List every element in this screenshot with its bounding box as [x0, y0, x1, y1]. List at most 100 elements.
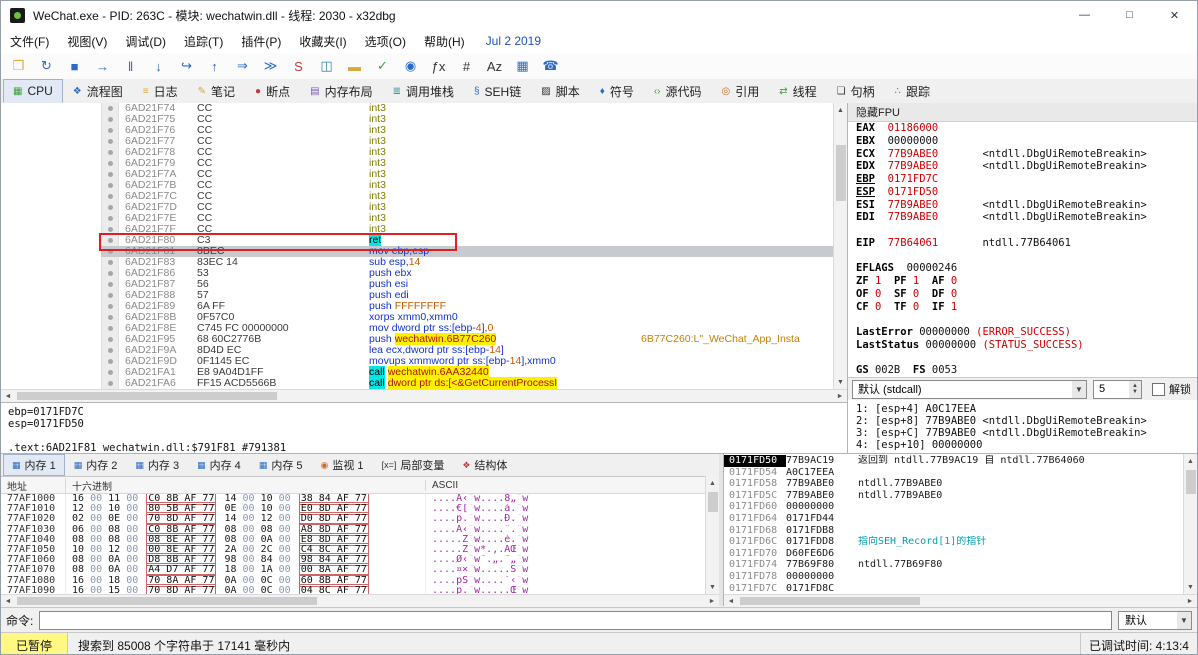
register-row[interactable]: LastStatus 00000000 (STATUS_SUCCESS) — [856, 339, 1197, 352]
register-row[interactable]: EBP 0171FD7C — [856, 173, 1197, 186]
disasm-row[interactable]: 6AD21FA6 FF15 ACD5566B call dword ptr ds… — [1, 378, 833, 389]
tab-breakpoints[interactable]: ● 断点 — [245, 79, 300, 103]
tab-log[interactable]: ≡ 日志 — [133, 79, 188, 103]
stepper-arrows-icon[interactable]: ▲▼ — [1129, 381, 1141, 398]
stack-row[interactable]: 0171FD74 77B69F80 ntdll.77B69F80 — [724, 559, 1197, 571]
breakpoint-dot[interactable] — [101, 246, 119, 257]
tab-symbols[interactable]: ♦ 符号 — [590, 79, 644, 103]
tab-seh[interactable]: § SEH链 — [464, 79, 531, 103]
register-row[interactable]: OF 0 SF 0 DF 0 — [856, 288, 1197, 301]
scroll-left-icon[interactable]: ◄ — [1, 390, 15, 402]
arg-count-stepper[interactable]: 5 ▲▼ — [1093, 380, 1142, 399]
register-row[interactable]: GS 002B FS 0053 — [856, 364, 1197, 377]
restart-icon[interactable]: ↻ — [33, 54, 60, 78]
close-button[interactable]: ✕ — [1152, 1, 1197, 29]
breakpoint-dot[interactable] — [101, 169, 119, 180]
disasm-vertical-scrollbar[interactable]: ▲ ▼ — [833, 103, 847, 389]
step-out-icon[interactable]: ↑ — [201, 54, 228, 78]
scroll-right-icon[interactable]: ► — [1183, 595, 1197, 607]
stack-row[interactable]: 0171FD64 0171FD44 — [724, 513, 1197, 525]
scroll-right-icon[interactable]: ► — [705, 595, 719, 607]
scroll-up-icon[interactable]: ▲ — [1184, 454, 1197, 468]
tab-handles[interactable]: ❏ 句柄 — [827, 79, 885, 103]
stack-row[interactable]: 0171FD68 0171FDB8 — [724, 525, 1197, 537]
breakpoint-dot[interactable] — [101, 180, 119, 191]
breakpoint-dot[interactable] — [101, 191, 119, 202]
step-over-icon[interactable]: ↪ — [173, 54, 200, 78]
hash-icon[interactable]: # — [453, 54, 480, 78]
register-row[interactable]: EIP 77B64061 ntdll.77B64061 — [856, 237, 1197, 250]
stack-row[interactable]: 0171FD78 00000000 — [724, 571, 1197, 583]
register-row[interactable]: EDI 77B9ABE0 <ntdll.DbgUiRemoteBreakin> — [856, 211, 1197, 224]
animate-icon[interactable]: ≫ — [257, 54, 284, 78]
stop-icon[interactable]: ■ — [61, 54, 88, 78]
breakpoint-list-icon[interactable]: ◉ — [397, 54, 424, 78]
scroll-up-icon[interactable]: ▲ — [834, 103, 847, 117]
register-row[interactable]: EBX 00000000 — [856, 135, 1197, 148]
breakpoint-dot[interactable] — [101, 147, 119, 158]
scroll-up-icon[interactable]: ▲ — [706, 476, 719, 490]
command-input[interactable] — [39, 611, 1112, 630]
tab-threads[interactable]: ⇄ 线程 — [769, 79, 826, 103]
scroll-down-icon[interactable]: ▼ — [1184, 580, 1197, 594]
tab-trace[interactable]: ∴ 跟踪 — [885, 79, 940, 103]
calculator-icon[interactable]: ƒx — [425, 54, 452, 78]
tab-memory-2[interactable]: ▦ 内存 2 — [65, 454, 127, 476]
breakpoint-dot[interactable] — [101, 114, 119, 125]
menu-item[interactable]: 视图(V) — [58, 29, 116, 53]
breakpoint-dot[interactable] — [101, 103, 119, 114]
stack-row[interactable]: 0171FD7C 0171FD8C — [724, 583, 1197, 595]
tab-notes[interactable]: ✎ 笔记 — [188, 79, 245, 103]
tab-script[interactable]: ▨ 脚本 — [531, 79, 589, 103]
breakpoint-dot[interactable] — [101, 323, 119, 334]
argument-row[interactable]: 1: [esp+4] A0C17EEA — [856, 403, 1197, 415]
tab-cpu[interactable]: ▦ CPU — [3, 79, 63, 103]
chevron-down-icon[interactable]: ▼ — [1072, 381, 1086, 398]
stack-row[interactable]: 0171FD54 A0C17EEA — [724, 467, 1197, 479]
breakpoint-dot[interactable] — [101, 202, 119, 213]
menu-item[interactable]: 插件(P) — [232, 29, 290, 53]
tab-memory-4[interactable]: ▦ 内存 4 — [188, 454, 250, 476]
breakpoint-dot[interactable] — [101, 125, 119, 136]
register-row[interactable]: LastError 00000000 (ERROR_SUCCESS) — [856, 326, 1197, 339]
register-row[interactable]: ESI 77B9ABE0 <ntdll.DbgUiRemoteBreakin> — [856, 199, 1197, 212]
register-row[interactable]: ZF 1 PF 1 AF 0 — [856, 275, 1197, 288]
check-icon[interactable]: ✓ — [369, 54, 396, 78]
open-file-icon[interactable]: ❒ — [5, 54, 32, 78]
menu-item[interactable]: 选项(O) — [356, 29, 415, 53]
breakpoint-dot[interactable] — [101, 235, 119, 246]
breakpoint-dot[interactable] — [101, 312, 119, 323]
scroll-left-icon[interactable]: ◄ — [724, 595, 738, 607]
stack-row[interactable]: 0171FD58 77B9ABE0 ntdll.77B9ABE0 — [724, 478, 1197, 490]
maximize-button[interactable]: □ — [1107, 1, 1152, 29]
breakpoint-dot[interactable] — [101, 334, 119, 345]
breakpoint-dot[interactable] — [101, 213, 119, 224]
hide-fpu-button[interactable]: 隐藏FPU — [848, 103, 1197, 122]
pause-icon[interactable]: ‖ — [117, 54, 144, 78]
calling-convention-select[interactable]: 默认 (stdcall) ▼ — [852, 380, 1087, 399]
breakpoint-dot[interactable] — [101, 268, 119, 279]
stack-row[interactable]: 0171FD60 00000000 — [724, 501, 1197, 513]
breakpoint-dot[interactable] — [101, 301, 119, 312]
register-row[interactable] — [856, 250, 1197, 263]
stack-row[interactable]: 0171FD6C 0171FDD8 指向SEH_Record[1]的指针 — [724, 536, 1197, 548]
memory-map-icon[interactable]: ▦ — [509, 54, 536, 78]
memory-pages-icon[interactable]: ◫ — [313, 54, 340, 78]
stack-row[interactable]: 0171FD70 D60FE6D6 — [724, 548, 1197, 560]
argument-row[interactable]: 2: [esp+8] 77B9ABE0 <ntdll.DbgUiRemoteBr… — [856, 415, 1197, 427]
chevron-down-icon[interactable]: ▼ — [1177, 612, 1191, 629]
register-row[interactable] — [856, 224, 1197, 237]
register-row[interactable] — [856, 352, 1197, 365]
minimize-button[interactable]: — — [1062, 1, 1107, 29]
scroll-right-icon[interactable]: ► — [833, 390, 847, 402]
tab-source[interactable]: ‹› 源代码 — [644, 79, 712, 103]
tab-struct[interactable]: ❖ 结构体 — [453, 454, 516, 476]
tab-memory-1[interactable]: ▦ 内存 1 — [3, 454, 65, 476]
tab-graph[interactable]: ❖ 流程图 — [63, 79, 133, 103]
stack-horizontal-scrollbar[interactable]: ◄ ► — [724, 594, 1197, 607]
step-into-icon[interactable]: ↓ — [145, 54, 172, 78]
argument-row[interactable]: 4: [esp+10] 00000000 — [856, 439, 1197, 451]
stack-vertical-scrollbar[interactable]: ▲ ▼ — [1183, 454, 1197, 594]
tab-references[interactable]: ◎ 引用 — [712, 79, 770, 103]
az-icon[interactable]: Az — [481, 54, 508, 78]
